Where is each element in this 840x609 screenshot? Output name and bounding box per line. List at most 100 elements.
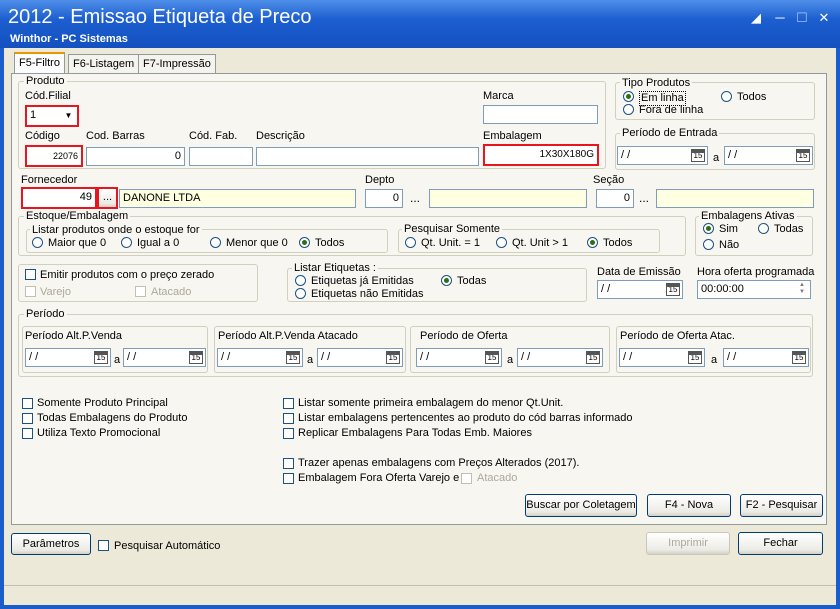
qt-unit-1-radio[interactable] [405,237,416,248]
tab-impressao[interactable]: F7-Impressão [138,54,216,73]
oferta-atac-end-input[interactable]: / /15 [723,348,809,367]
oferta-end-input[interactable]: / /15 [517,348,603,367]
qt-unit-1-label[interactable]: Qt. Unit. = 1 [421,237,480,250]
qt-todos-label[interactable]: Todos [603,237,632,250]
chevron-down-icon[interactable]: ▼ [61,108,76,123]
ativas-todas-label[interactable]: Todas [774,223,803,236]
ativas-nao-radio[interactable] [703,239,714,250]
calendar-icon[interactable]: 15 [666,283,680,296]
alt-atacado-end-input[interactable]: / /15 [317,348,403,367]
etiquetas-todas-label[interactable]: Todas [457,275,486,288]
ativas-sim-label[interactable]: Sim [719,223,738,236]
hora-oferta-input[interactable]: 00:00:00 ▲ ▼ [697,280,811,299]
texto-promocional-label[interactable]: Utiliza Texto Promocional [37,427,160,440]
depto-search-button[interactable]: ... [410,192,420,204]
estoque-menor-label[interactable]: Menor que 0 [226,237,288,250]
primeira-embalagem-label[interactable]: Listar somente primeira embalagem do men… [298,397,563,410]
estoque-igual-label[interactable]: Igual a 0 [137,237,179,250]
nao-emitidas-radio[interactable] [295,288,306,299]
produto-principal-checkbox[interactable] [22,398,33,409]
todas-embalagens-label[interactable]: Todas Embalagens do Produto [37,412,187,425]
em-linha-radio[interactable] [623,91,634,102]
marca-input[interactable] [483,105,598,124]
cod-barras-input[interactable]: 0 [86,147,185,166]
parametros-button[interactable]: Parâmetros [11,533,91,555]
data-emissao-input[interactable]: / /15 [597,280,683,299]
pesquisar-button[interactable]: F2 - Pesquisar [740,494,823,517]
nova-button[interactable]: F4 - Nova [647,494,731,517]
replicar-embalagens-checkbox[interactable] [283,428,294,439]
oferta-atac-start-input[interactable]: / /15 [619,348,705,367]
atacado-emitir-checkbox[interactable] [135,286,146,297]
minimize-icon[interactable]: ─ [770,9,790,27]
help-icon[interactable]: ◢ [746,9,766,27]
estoque-todos-radio[interactable] [299,237,310,248]
varejo-checkbox[interactable] [25,286,36,297]
tab-filtro[interactable]: F5-Filtro [14,52,65,73]
todos-tipo-radio[interactable] [721,91,732,102]
depto-code-input[interactable]: 0 [365,189,403,208]
cod-filial-select[interactable]: 1 ▼ [25,105,79,127]
texto-promocional-checkbox[interactable] [22,428,33,439]
fora-de-linha-radio[interactable] [623,104,634,115]
qt-unit-gt1-label[interactable]: Qt. Unit > 1 [512,237,568,250]
entrada-end-input[interactable]: / /15 [724,146,813,165]
todos-tipo-label[interactable]: Todos [737,91,766,104]
descricao-input[interactable] [256,147,479,166]
qt-unit-gt1-radio[interactable] [496,237,507,248]
calendar-icon[interactable]: 15 [586,351,600,364]
entrada-start-input[interactable]: / /15 [617,146,708,165]
embalagens-cod-barras-checkbox[interactable] [283,413,294,424]
replicar-embalagens-label[interactable]: Replicar Embalagens Para Todas Emb. Maio… [298,427,532,440]
precos-alterados-label[interactable]: Trazer apenas embalagens com Preços Alte… [298,457,579,470]
precos-alterados-checkbox[interactable] [283,458,294,469]
estoque-maior-radio[interactable] [32,237,43,248]
secao-code-input[interactable]: 0 [596,189,634,208]
fechar-button[interactable]: Fechar [738,532,823,555]
calendar-icon[interactable]: 15 [688,351,702,364]
fornecedor-code-input[interactable]: 49 [21,187,97,209]
calendar-icon[interactable]: 15 [691,149,705,162]
calendar-icon[interactable]: 15 [94,351,108,364]
embalagens-cod-barras-label[interactable]: Listar embalagens pertencentes ao produt… [298,412,633,425]
spinner-icon[interactable]: ▲ ▼ [795,282,809,297]
estoque-menor-radio[interactable] [210,237,221,248]
ativas-nao-label[interactable]: Não [719,239,739,252]
qt-todos-radio[interactable] [587,237,598,248]
calendar-icon[interactable]: 15 [792,351,806,364]
fornecedor-search-button[interactable]: ... [97,187,118,209]
nao-emitidas-label[interactable]: Etiquetas não Emitidas [311,288,424,301]
calendar-icon[interactable]: 15 [796,149,810,162]
ativas-sim-radio[interactable] [703,223,714,234]
alt-venda-end-input[interactable]: / /15 [123,348,206,367]
fora-oferta-varejo-label[interactable]: Embalagem Fora Oferta Varejo e [298,472,459,485]
produto-principal-label[interactable]: Somente Produto Principal [37,397,168,410]
secao-search-button[interactable]: ... [639,192,649,204]
ativas-todas-radio[interactable] [758,223,769,234]
ja-emitidas-label[interactable]: Etiquetas já Emitidas [311,275,414,288]
fora-oferta-atacado-checkbox[interactable] [461,473,472,484]
codigo-input[interactable]: 22076 [25,145,83,167]
close-icon[interactable]: ✕ [814,9,834,27]
buscar-coletagem-button[interactable]: Buscar por Coletagem [525,494,637,517]
alt-atacado-start-input[interactable]: / /15 [217,348,303,367]
alt-venda-start-input[interactable]: / /15 [25,348,111,367]
pesquisar-automatico-checkbox[interactable] [98,540,109,551]
estoque-todos-label[interactable]: Todos [315,237,344,250]
calendar-icon[interactable]: 15 [485,351,499,364]
primeira-embalagem-checkbox[interactable] [283,398,294,409]
pesquisar-automatico-label[interactable]: Pesquisar Automático [114,540,220,553]
todas-embalagens-checkbox[interactable] [22,413,33,424]
emitir-preco-zerado-checkbox[interactable] [25,269,36,280]
calendar-icon[interactable]: 15 [386,351,400,364]
cod-fab-input[interactable] [189,147,253,166]
fora-de-linha-label[interactable]: Fora de linha [639,104,703,117]
estoque-igual-radio[interactable] [121,237,132,248]
oferta-start-input[interactable]: / /15 [416,348,502,367]
imprimir-button[interactable]: Imprimir [646,532,730,555]
etiquetas-todas-radio[interactable] [441,275,452,286]
maximize-icon[interactable]: ☐ [792,9,812,27]
calendar-icon[interactable]: 15 [286,351,300,364]
emitir-preco-zerado-label[interactable]: Emitir produtos com o preço zerado [40,269,214,282]
calendar-icon[interactable]: 15 [189,351,203,364]
